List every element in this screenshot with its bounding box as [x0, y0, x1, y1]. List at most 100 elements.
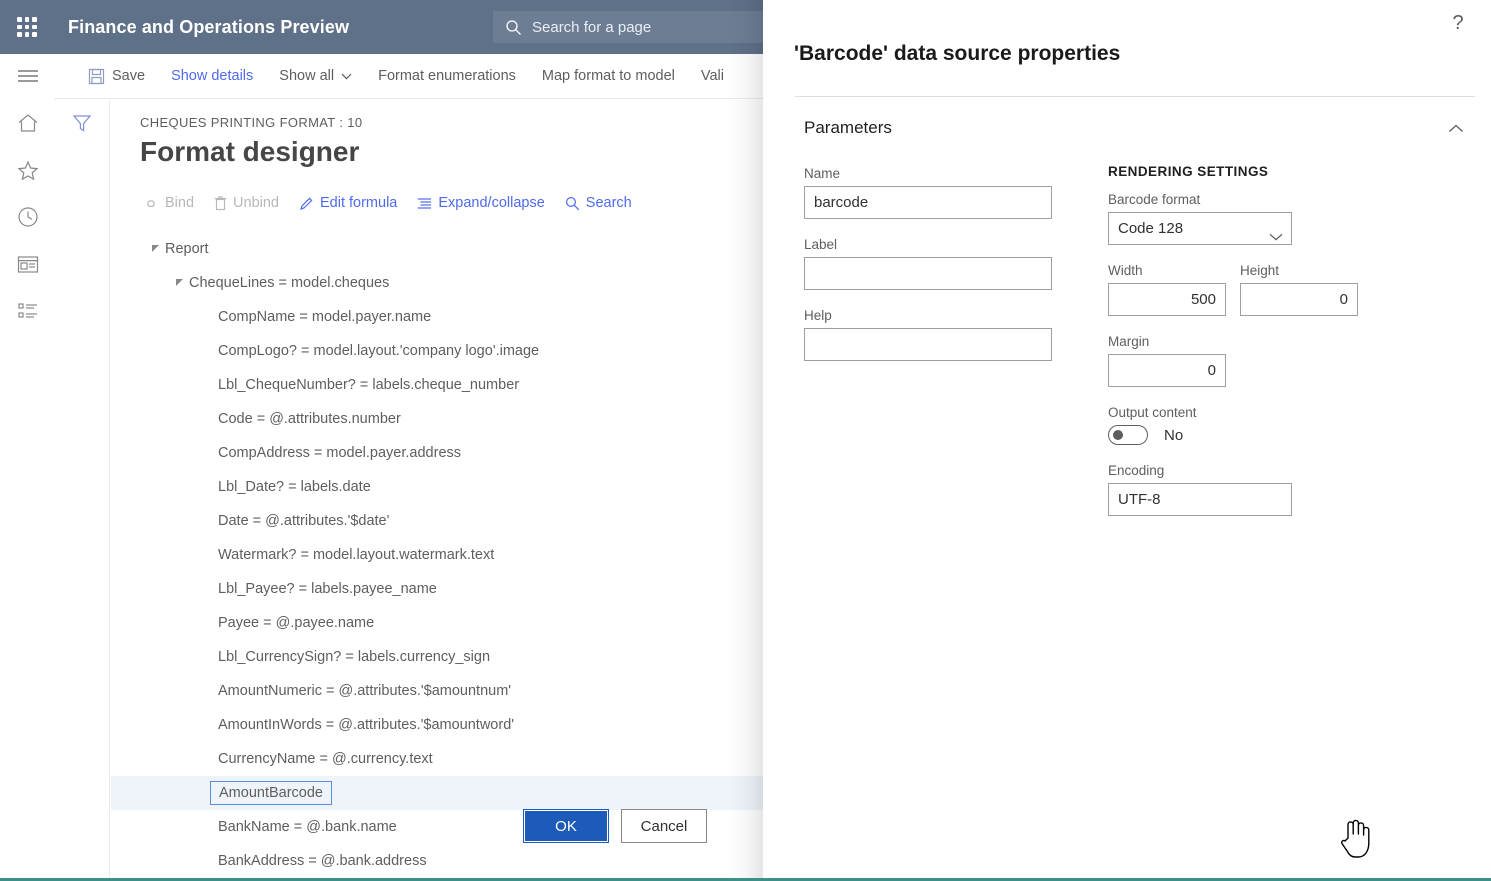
help-label: Help: [804, 308, 832, 323]
output-content-toggle[interactable]: [1108, 425, 1148, 445]
sidebar-item-recent[interactable]: [0, 195, 55, 242]
show-details-label: Show details: [171, 68, 254, 84]
margin-group: Margin: [1108, 334, 1408, 387]
parameters-section-header[interactable]: Parameters: [804, 113, 1464, 143]
tree-item-label: BankAddress = @.bank.address: [218, 853, 427, 869]
show-all-button[interactable]: Show all: [266, 54, 365, 98]
tree-item-label: CompLogo? = model.layout.'company logo'.…: [218, 343, 540, 359]
output-content-value: No: [1164, 426, 1184, 444]
tree-item-label: Date = @.attributes.'$date': [218, 513, 390, 529]
barcode-format-select[interactable]: Code 128: [1108, 212, 1292, 245]
panel-divider: [795, 96, 1475, 97]
unbind-label: Unbind: [233, 195, 279, 211]
output-content-group: Output content No: [1108, 405, 1408, 445]
waffle-button[interactable]: [0, 0, 54, 54]
cancel-button[interactable]: Cancel: [621, 809, 707, 843]
format-enumerations-button[interactable]: Format enumerations: [365, 54, 529, 98]
height-input[interactable]: [1240, 283, 1358, 316]
tree-item-label: CompName = model.payer.name: [218, 309, 432, 325]
filter-button[interactable]: [65, 110, 99, 140]
expand-collapse-button[interactable]: Expand/collapse: [407, 189, 554, 217]
show-all-label: Show all: [279, 68, 335, 84]
width-label: Width: [1108, 263, 1143, 278]
panel-title: 'Barcode' data source properties: [794, 42, 1121, 65]
map-format-to-model-button[interactable]: Map format to model: [529, 54, 688, 98]
tree-item-label: AmountNumeric = @.attributes.'$amountnum…: [218, 683, 512, 699]
format-enumerations-label: Format enumerations: [378, 68, 516, 84]
bind-button[interactable]: Bind: [133, 189, 204, 217]
app-title: Finance and Operations Preview: [68, 16, 350, 37]
left-rail: [0, 54, 56, 881]
rendering-settings-column: RENDERING SETTINGS Barcode format Code 1…: [1108, 164, 1408, 534]
hamburger-menu-icon: [17, 68, 39, 87]
tree-item-label: CompAddress = model.payer.address: [218, 445, 462, 461]
size-fields-row: Width Height: [1108, 263, 1408, 316]
width-input[interactable]: [1108, 283, 1226, 316]
margin-input[interactable]: [1108, 354, 1226, 387]
sidebar-item-home[interactable]: [0, 101, 55, 148]
tree-item-label: AmountBarcode: [210, 781, 332, 805]
edit-formula-label: Edit formula: [319, 195, 398, 211]
page-search-placeholder: Search for a page: [532, 18, 652, 36]
tree-item-label: Report: [165, 241, 209, 257]
save-label: Save: [112, 68, 146, 84]
sidebar-item-modules[interactable]: [0, 289, 55, 336]
parameters-left-column: Name Label Help: [804, 166, 1052, 379]
validate-label: Vali: [700, 68, 724, 84]
save-button[interactable]: Save: [75, 54, 158, 98]
expand-collapse-icon: [417, 197, 432, 210]
page-title: Format designer: [140, 136, 360, 167]
barcode-format-group: Barcode format Code 128: [1108, 192, 1408, 245]
search-label: Search: [585, 195, 632, 211]
expand-collapse-label: Expand/collapse: [438, 195, 545, 211]
margin-label: Margin: [1108, 334, 1150, 349]
tree-item-label: Lbl_ChequeNumber? = labels.cheque_number: [218, 377, 520, 393]
height-label: Height: [1240, 263, 1280, 278]
unbind-trash-icon: [214, 195, 227, 211]
tree-item-label: Lbl_Payee? = labels.payee_name: [218, 581, 437, 597]
name-field-group: Name: [804, 166, 1052, 219]
label-input[interactable]: [804, 257, 1052, 290]
tree-item-label: Lbl_CurrencySign? = labels.currency_sign: [218, 649, 491, 665]
validate-button[interactable]: Vali: [688, 54, 737, 98]
chevron-up-icon[interactable]: [1448, 124, 1464, 133]
rendering-settings-title: RENDERING SETTINGS: [1108, 164, 1269, 179]
tree-expanded-triangle-icon[interactable]: [147, 244, 165, 254]
name-label: Name: [804, 166, 841, 181]
label-label: Label: [804, 237, 838, 252]
sidebar-item-workspaces[interactable]: [0, 242, 55, 289]
output-content-toggle-row: No: [1108, 425, 1408, 445]
bind-link-icon: [143, 197, 159, 210]
show-details-button[interactable]: Show details: [158, 54, 266, 98]
search-icon: [565, 196, 580, 211]
help-field-group: Help: [804, 308, 1052, 361]
encoding-group: Encoding: [1108, 463, 1408, 516]
barcode-format-label: Barcode format: [1108, 192, 1201, 207]
tree-item-label: Payee = @.payee.name: [218, 615, 375, 631]
filter-strip: [55, 100, 110, 881]
edit-formula-button[interactable]: Edit formula: [289, 189, 407, 217]
clock-icon: [17, 206, 39, 231]
filter-funnel-icon: [72, 114, 92, 136]
tree-expanded-triangle-icon[interactable]: [171, 278, 189, 288]
tree-item-label: Code = @.attributes.number: [218, 411, 401, 427]
name-input[interactable]: [804, 186, 1052, 219]
help-input[interactable]: [804, 328, 1052, 361]
help-button[interactable]: ?: [1443, 8, 1473, 38]
encoding-input[interactable]: [1108, 483, 1292, 516]
question-mark-icon: ?: [1452, 12, 1464, 34]
sidebar-item-favorites[interactable]: [0, 148, 55, 195]
list-icon: [17, 302, 39, 323]
panel-footer: OK Cancel: [0, 809, 728, 843]
home-icon: [17, 113, 39, 136]
waffle-grid-icon: [17, 17, 37, 37]
width-group: Width: [1108, 263, 1226, 316]
tree-item-label: Lbl_Date? = labels.date: [218, 479, 371, 495]
search-button[interactable]: Search: [555, 189, 642, 217]
tree-item-label: Watermark? = model.layout.watermark.text: [218, 547, 495, 563]
ok-button[interactable]: OK: [523, 809, 609, 843]
navigation-menu-button[interactable]: [0, 54, 55, 101]
tree-item-label: CurrencyName = @.currency.text: [218, 751, 433, 767]
bind-label: Bind: [165, 195, 195, 211]
unbind-button[interactable]: Unbind: [204, 189, 289, 217]
